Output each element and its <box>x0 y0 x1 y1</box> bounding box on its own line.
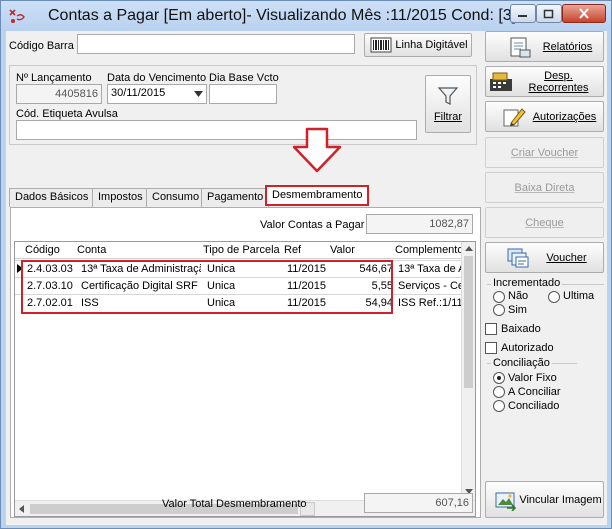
relatorios-label: Relatórios <box>542 40 593 53</box>
incrementado-title: Incrementado <box>491 277 563 289</box>
barcode-input[interactable] <box>77 34 355 54</box>
barcode-icon <box>370 37 392 53</box>
valor-contas-label: Valor Contas a Pagar <box>260 219 365 231</box>
baixa-direta-label: Baixa Direta <box>514 181 575 194</box>
autorizado-label: Autorizado <box>501 342 554 354</box>
etiqueta-input[interactable] <box>16 120 417 140</box>
dia-base-input[interactable] <box>209 84 277 104</box>
radio-label-conciliado: Conciliado <box>508 400 560 412</box>
cheque-button[interactable]: Cheque <box>485 207 604 238</box>
window-frame: Contas a Pagar [Em aberto]- Visualizando… <box>0 0 612 529</box>
baixado-checkbox[interactable] <box>485 323 497 335</box>
radio-valor-fixo[interactable] <box>493 372 505 384</box>
desp-recorrentes-button[interactable]: Desp. Recorrentes <box>485 66 604 97</box>
voucher-label: Voucher <box>546 251 587 264</box>
column-header-ref[interactable]: Ref <box>284 244 301 256</box>
image-link-icon <box>495 492 517 511</box>
close-icon <box>579 8 589 19</box>
filtrar-label: Filtrar <box>433 111 463 123</box>
total-desmembramento-field <box>364 493 473 513</box>
autorizacoes-label: Autorizações <box>532 110 597 123</box>
scroll-up-icon[interactable] <box>465 246 473 251</box>
vertical-scroll-thumb[interactable] <box>464 256 473 388</box>
baixa-direta-button[interactable]: Baixa Direta <box>485 172 604 203</box>
report-icon <box>510 37 531 57</box>
criar-voucher-label: Criar Voucher <box>510 146 579 159</box>
radio-a-conciliar[interactable] <box>493 386 505 398</box>
voucher-button[interactable]: Voucher <box>485 242 604 273</box>
radio-label-a-conciliar: A Conciliar <box>508 386 561 398</box>
autorizacoes-button[interactable]: Autorizações <box>485 101 604 132</box>
autorizado-checkbox[interactable] <box>485 342 497 354</box>
window-client: Código Barra Linha Digitável Nº Lançamen… <box>6 31 607 525</box>
tab-desmembramento[interactable]: Desmembramento <box>265 185 370 206</box>
barcode-label: Código Barra <box>9 40 74 52</box>
rows-highlight <box>21 260 393 314</box>
radio-incrementado-ultima[interactable] <box>548 291 560 303</box>
vincular-imagem-label: Vincular Imagem <box>519 493 602 506</box>
radio-label-nao: Não <box>508 290 529 302</box>
cheque-label: Cheque <box>525 216 564 229</box>
scroll-left-icon[interactable] <box>19 505 24 513</box>
linha-digitavel-button[interactable]: Linha Digitável <box>364 33 472 57</box>
maximize-button[interactable] <box>536 4 562 23</box>
tab-consumo[interactable]: Consumo <box>146 188 206 207</box>
close-button[interactable] <box>562 4 606 23</box>
vencimento-value: 30/11/2015 <box>111 87 166 99</box>
linha-digitavel-label: Linha Digitável <box>395 39 468 51</box>
title-bar[interactable]: Contas a Pagar [Em aberto]- Visualizando… <box>1 1 611 31</box>
column-header-valor[interactable]: Valor <box>330 244 355 256</box>
radio-label-sim: Sim <box>508 304 527 316</box>
vencimento-label: Data do Vencimento <box>107 72 207 84</box>
dia-base-label: Dia Base Vcto <box>209 72 279 84</box>
column-header-codigo[interactable]: Código <box>25 244 60 256</box>
desp-recorrentes-label: Desp. Recorrentes <box>528 69 589 94</box>
tab-impostos[interactable]: Impostos <box>92 188 149 207</box>
down-arrow-icon <box>292 127 342 173</box>
etiqueta-label: Cód. Etiqueta Avulsa <box>16 108 118 120</box>
app-icon <box>9 9 25 23</box>
grid-header: Código Conta Tipo de Parcela Ref Valor C… <box>15 242 475 259</box>
radio-incrementado-sim[interactable] <box>493 304 505 316</box>
cell-complemento: 13ª Taxa de A <box>398 263 463 275</box>
maximize-icon <box>543 9 554 18</box>
minimize-button[interactable] <box>510 4 536 23</box>
pen-sign-icon <box>503 107 526 126</box>
vertical-scrollbar[interactable] <box>461 242 475 500</box>
baixado-label: Baixado <box>501 323 541 335</box>
window-title: Contas a Pagar [Em aberto]- Visualizando… <box>48 7 517 24</box>
radio-label-valor-fixo: Valor Fixo <box>508 372 557 384</box>
criar-voucher-button[interactable]: Criar Voucher <box>485 137 604 168</box>
radio-label-ultima: Ultima <box>563 290 595 302</box>
relatorios-button[interactable]: Relatórios <box>485 31 604 62</box>
lancamento-field <box>16 84 102 104</box>
column-header-tipo[interactable]: Tipo de Parcela <box>203 244 280 256</box>
radio-incrementado-nao[interactable] <box>493 291 505 303</box>
cell-complemento: ISS Ref.:1/11 <box>398 297 463 309</box>
chevron-down-icon <box>194 91 203 97</box>
tab-pagamento[interactable]: Pagamento <box>201 188 270 207</box>
tab-dados-basicos[interactable]: Dados Básicos <box>9 188 95 207</box>
column-header-conta[interactable]: Conta <box>77 244 106 256</box>
column-header-complemento[interactable]: Complemento <box>395 244 463 256</box>
vencimento-date-picker[interactable]: 30/11/2015 <box>107 84 207 104</box>
filtrar-button[interactable]: Filtrar <box>425 75 471 133</box>
conciliacao-title: Conciliação <box>491 357 552 369</box>
funnel-icon <box>437 87 459 105</box>
minimize-icon <box>518 14 527 17</box>
voucher-icon <box>507 248 529 267</box>
valor-contas-field <box>366 214 473 234</box>
cell-complemento: Serviços - Cer <box>398 280 463 292</box>
radio-conciliado[interactable] <box>493 400 505 412</box>
lancamento-label: Nº Lançamento <box>16 72 92 84</box>
desmembramento-grid: Código Conta Tipo de Parcela Ref Valor C… <box>14 241 476 517</box>
vincular-imagem-button[interactable]: Vincular Imagem <box>485 481 604 518</box>
cash-register-icon <box>490 72 512 91</box>
total-desmembramento-label: Valor Total Desmembramento <box>162 498 307 510</box>
